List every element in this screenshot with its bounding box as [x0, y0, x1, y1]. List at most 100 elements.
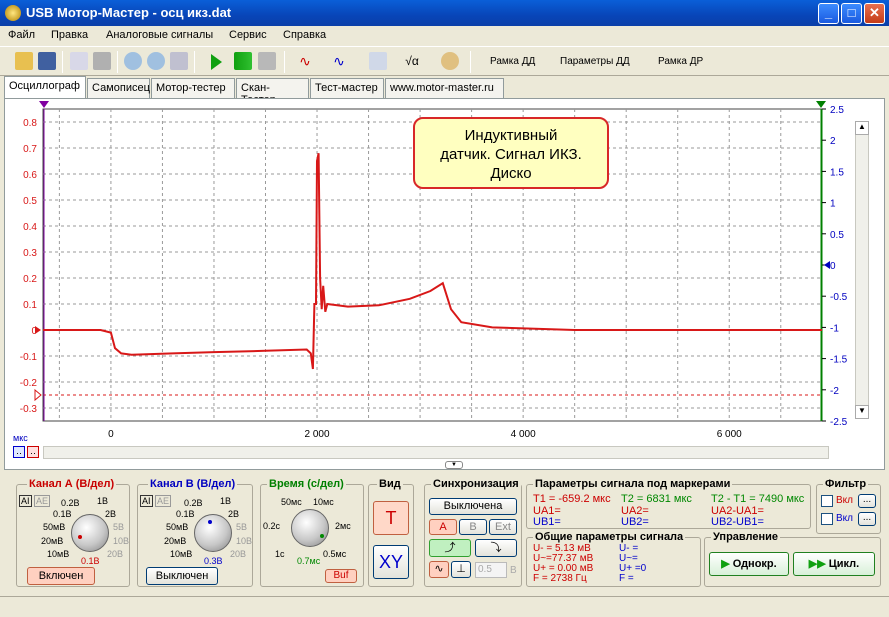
vertical-scrollbar[interactable]: ▲ ▼ — [855, 121, 869, 419]
menu-service[interactable]: Сервис — [229, 29, 267, 41]
oscilloscope-panel: 0.8 0.7 0.6 0.5 0.4 0.3 0.2 0.1 0 -0.1 -0.2 -0.3 2.5… — [4, 98, 885, 470]
fast-forward-icon[interactable] — [234, 52, 252, 70]
channel-a-knob[interactable] — [71, 514, 109, 552]
channel-b-knob[interactable] — [194, 514, 232, 552]
marker-ub2: UB2= — [621, 516, 649, 528]
time-scale-label: 0.2с — [263, 521, 281, 531]
filter-a-settings-button[interactable]: ... — [858, 494, 876, 508]
expand-button[interactable]: ▼ — [445, 461, 463, 469]
sync-b-button[interactable]: B — [459, 519, 487, 535]
calculator-icon[interactable] — [369, 52, 387, 70]
tab-oscilloscope[interactable]: Осциллограф — [4, 76, 86, 98]
frame-dr-button[interactable]: Рамка ДР — [658, 56, 703, 67]
maximize-button[interactable]: □ — [841, 3, 862, 24]
tab-bar: Осциллограф Самописец Мотор-тестер Скан-… — [0, 76, 889, 106]
zoom-fit-icon[interactable] — [170, 52, 188, 70]
filter-wave-icon[interactable]: ∿ — [429, 561, 449, 578]
wave-a-icon[interactable]: ∿ — [296, 52, 314, 70]
filter-group: Фильтр Вкл ... Вкл ... — [816, 478, 881, 534]
control-group: Управление ▶ Однокр. ▶▶ Цикл. — [704, 531, 881, 587]
channel-a-scale-label: 20мВ — [41, 536, 64, 546]
preview-icon[interactable] — [70, 52, 88, 70]
marker-t1: T1 = -659.2 мкс — [533, 493, 611, 505]
rising-edge-icon[interactable]: ⤴ — [429, 539, 471, 557]
channel-b-scale-label: 5В — [236, 522, 248, 532]
buffer-button[interactable]: Buf — [325, 569, 357, 583]
channel-b-ai-mode[interactable]: AI — [140, 495, 153, 507]
channel-b-scale-label: 10В — [236, 536, 253, 546]
time-title: Время (с/дел) — [267, 478, 346, 490]
frame-dd-button[interactable]: Рамка ДД — [490, 56, 535, 67]
status-bar — [0, 596, 889, 617]
single-shot-label: Однокр. — [732, 558, 777, 570]
menu-edit[interactable]: Правка — [51, 29, 88, 41]
channel-b-scale-label: 20мВ — [164, 536, 187, 546]
tab-test-master[interactable]: Тест-мастер — [310, 78, 384, 98]
tab-motor-tester[interactable]: Мотор-тестер — [151, 78, 235, 98]
channel-a-toggle-button[interactable]: Включен — [27, 567, 95, 585]
channel-a-ai-mode[interactable]: AI — [19, 495, 32, 507]
close-button[interactable]: ✕ — [864, 3, 885, 24]
params-dd-button[interactable]: Параметры ДД — [560, 56, 630, 67]
scroll-right-button[interactable]: ‥ — [27, 446, 39, 458]
scroll-left-button[interactable]: ‥ — [13, 446, 25, 458]
menu-help[interactable]: Справка — [283, 29, 326, 41]
horizontal-scrollbar[interactable] — [43, 446, 829, 459]
channel-b-scale-label: 20В — [230, 549, 247, 559]
tab-recorder[interactable]: Самописец — [87, 78, 150, 98]
app-icon — [5, 5, 21, 21]
open-icon[interactable] — [15, 52, 33, 70]
play-icon[interactable] — [211, 54, 222, 70]
stop-icon[interactable] — [258, 52, 276, 70]
cycle-button[interactable]: ▶▶ Цикл. — [793, 552, 875, 576]
sound-icon[interactable] — [441, 52, 459, 70]
trigger-mode-icon[interactable]: ⊥ — [451, 561, 471, 578]
marker-t1-handle — [39, 101, 49, 108]
channel-b-scale-label: 10мВ — [170, 549, 193, 559]
wave-b-icon[interactable]: ∿ — [330, 52, 348, 70]
save-icon[interactable] — [38, 52, 56, 70]
view-t-button[interactable]: T — [373, 501, 409, 535]
trigger-level-marker — [34, 388, 42, 402]
channel-b-title: Канал В (В/дел) — [148, 478, 238, 490]
play-icon: ▶ — [721, 558, 733, 570]
y-left-tick-label: 0.1 — [23, 300, 37, 311]
time-scale-label: 50мс — [281, 497, 302, 507]
falling-edge-icon[interactable]: ⤵ — [475, 539, 517, 557]
channel-b-toggle-button[interactable]: Выключен — [146, 567, 218, 585]
sync-a-button[interactable]: A — [429, 519, 457, 535]
sync-state-button[interactable]: Выключена — [429, 498, 517, 515]
filter-b-checkbox[interactable] — [821, 513, 833, 525]
zoom-in-icon[interactable] — [124, 52, 142, 70]
general-freq-b: F = — [619, 573, 634, 584]
control-panel: Канал А (В/дел) AI AE 0.2В 1В 0.1В 2В 50… — [4, 475, 885, 593]
channel-a-ae-mode[interactable]: AE — [34, 495, 51, 507]
math-icon[interactable]: √α — [403, 52, 421, 70]
y-left-tick-label: -0.3 — [20, 404, 38, 415]
filter-b-settings-button[interactable]: ... — [858, 512, 876, 526]
channel-a-zero-marker — [35, 326, 41, 334]
sync-ext-button[interactable]: Ext — [489, 519, 517, 535]
filter-a-checkbox[interactable] — [821, 495, 833, 507]
menu-analog[interactable]: Аналоговые сигналы — [106, 29, 213, 41]
title-bar: USB Мотор-Мастер - осц икз.dat _ □ ✕ — [0, 0, 889, 26]
filter-title: Фильтр — [823, 478, 869, 490]
channel-b-scale-label: 2В — [228, 509, 240, 519]
print-icon[interactable] — [93, 52, 111, 70]
time-scale-label: 2мс — [335, 521, 351, 531]
channel-a-scale-label: 5В — [113, 522, 125, 532]
menu-file[interactable]: Файл — [8, 29, 35, 41]
channel-b-ae-mode[interactable]: AE — [155, 495, 172, 507]
marker-t2: T2 = 6831 мкс — [621, 493, 692, 505]
single-shot-button[interactable]: ▶ Однокр. — [709, 552, 789, 576]
sync-level-input[interactable]: 0.5 — [475, 562, 507, 578]
scroll-down-icon[interactable]: ▼ — [855, 405, 869, 419]
channel-b-scale-label: 1В — [220, 496, 232, 506]
tab-scan-tester[interactable]: Скан-Тестер — [236, 78, 309, 106]
minimize-button[interactable]: _ — [818, 3, 839, 24]
tab-website[interactable]: www.motor-master.ru — [385, 78, 504, 98]
time-knob[interactable] — [291, 509, 329, 547]
zoom-out-icon[interactable] — [147, 52, 165, 70]
scroll-up-icon[interactable]: ▲ — [855, 121, 869, 135]
view-xy-button[interactable]: XY — [373, 545, 409, 579]
